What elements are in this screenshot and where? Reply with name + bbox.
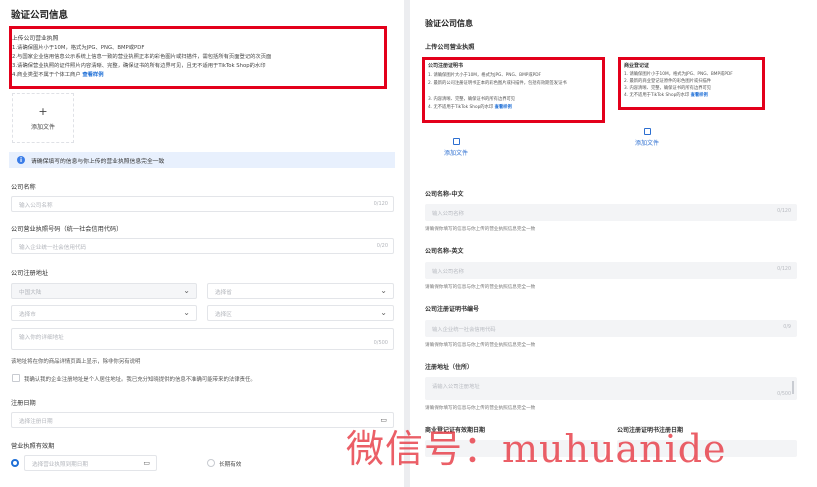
company-name-count: 0/120 bbox=[373, 201, 388, 207]
country-select[interactable]: 中国大陆 ⌄ bbox=[11, 283, 197, 299]
biz-requirement-1: 1. 请确保图片小于10M，格式为JPG、PNG、BMP或PDF bbox=[624, 72, 733, 77]
district-placeholder: 选择区 bbox=[215, 312, 232, 318]
requirement-1: 1.请确保图片小于10M，格式为JPG、PNG、BMP或PDF bbox=[12, 45, 145, 51]
address-detail-count: 0/500 bbox=[373, 340, 388, 346]
city-select[interactable]: 选择市 ⌄ bbox=[11, 305, 197, 321]
reg-date-label: 注册日期 bbox=[11, 400, 36, 407]
cert-no-placeholder: 输入企业统一社会信用代码 bbox=[432, 327, 496, 333]
add-file-label: 添加文件 bbox=[30, 123, 55, 131]
cert-requirement-4: 4. 无不适用于TikTok Shop的水印 查看样例 bbox=[428, 104, 512, 110]
add-file-button[interactable]: + 添加文件 bbox=[12, 93, 74, 143]
name-en-placeholder: 输入公司名称 bbox=[432, 269, 464, 275]
residential-address-label: 我确认我的企业注册地址是个人居住地址。我已充分知晓提供的信息不准确可能带来的法律… bbox=[24, 377, 256, 383]
cert-requirement-4-text: 4. 无不适用于TikTok Shop的水印 bbox=[428, 105, 494, 110]
cert-no-label: 公司注册证明书编号 bbox=[425, 306, 480, 313]
name-cn-count: 0/120 bbox=[777, 209, 791, 214]
reg-address-input[interactable]: 请输入公司注册地址 0/500 bbox=[425, 377, 797, 400]
residential-address-checkbox[interactable] bbox=[12, 374, 20, 382]
credit-code-input[interactable]: 输入企业统一社会信用代码 0/20 bbox=[11, 238, 394, 254]
name-en-count: 0/120 bbox=[777, 267, 791, 272]
requirement-4-text: 4.商业类型不属于个体工商户 bbox=[12, 72, 81, 78]
validity-label: 营业执照有效期 bbox=[11, 443, 55, 450]
name-en-hint: 请确保你填写的信息与你上传的营业执照信息完全一致 bbox=[425, 285, 536, 290]
name-cn-hint: 请确保你填写的信息与你上传的营业执照信息完全一致 bbox=[425, 227, 536, 232]
address-label: 公司注册地址 bbox=[11, 270, 49, 277]
requirement-2: 2.与国家企业信用信息公示系统上信息一致的营业执照正本的彩色图片或扫描件，需包括… bbox=[12, 54, 272, 60]
reg-address-hint: 请确保你填写的信息与你上传的营业执照信息完全一致 bbox=[425, 406, 536, 411]
city-placeholder: 选择市 bbox=[19, 312, 36, 318]
company-name-input[interactable]: 输入公司名称 0/120 bbox=[11, 196, 394, 212]
address-note: 该地址将在你的商品详情页面上显示，除非你另有说明 bbox=[11, 359, 141, 365]
upload-icon bbox=[643, 127, 651, 135]
district-select[interactable]: 选择区 ⌄ bbox=[207, 305, 394, 321]
reg-address-placeholder: 请输入公司注册地址 bbox=[432, 384, 480, 390]
province-select[interactable]: 选择省 ⌄ bbox=[207, 283, 394, 299]
reg-date-input[interactable]: 选择注册日期 ▭ bbox=[11, 412, 394, 428]
certificate-title: 公司注册证明书 bbox=[428, 63, 464, 69]
credit-code-count: 0/20 bbox=[376, 243, 388, 249]
reg-address-count: 0/500 bbox=[777, 392, 791, 397]
long-term-radio[interactable] bbox=[207, 459, 215, 467]
chevron-down-icon: ⌄ bbox=[183, 286, 190, 295]
requirement-4: 4.商业类型不属于个体工商户 查看样例 bbox=[12, 70, 104, 78]
expiry-date-placeholder: 选择营业执照到期日期 bbox=[32, 462, 88, 468]
cert-no-input[interactable]: 输入企业统一社会信用代码 0/9 bbox=[425, 320, 797, 337]
cert-requirement-2: 2. 最新的公司注册证明书正本的彩色图片或扫描件，包括有效期签发证书 bbox=[428, 81, 567, 86]
biz-add-file-label: 添加文件 bbox=[634, 139, 659, 147]
reg-address-label: 注册地址（住所） bbox=[425, 364, 474, 371]
chevron-down-icon: ⌄ bbox=[380, 286, 387, 295]
expiry-date-radio[interactable] bbox=[11, 459, 19, 467]
info-icon: i bbox=[17, 156, 25, 164]
upload-title: 上传公司营业执照 bbox=[12, 36, 59, 42]
upload-section-title: 上传公司营业执照 bbox=[425, 44, 475, 51]
province-placeholder: 选择省 bbox=[215, 290, 232, 296]
cert-add-file-button[interactable]: 添加文件 bbox=[425, 122, 487, 172]
company-name-placeholder: 输入公司名称 bbox=[19, 203, 53, 209]
biz-requirement-4: 4. 无不适用于TikTok Shop的水印 查看样例 bbox=[624, 92, 708, 98]
biz-requirement-2: 2. 最新的商业登记证原件的彩色图片或扫描件 bbox=[624, 79, 712, 84]
left-panel: 验证公司信息 上传公司营业执照 1.请确保图片小于10M，格式为JPG、PNG、… bbox=[0, 0, 404, 487]
name-en-label: 公司名称-英文 bbox=[425, 248, 464, 255]
biz-add-file-button[interactable]: 添加文件 bbox=[616, 112, 678, 162]
expiry-date-input[interactable]: 选择营业执照到期日期 ▭ bbox=[24, 455, 157, 471]
address-detail-placeholder: 输入你的详细地址 bbox=[19, 335, 64, 341]
info-banner: i 请确保填写的信息与你上传的营业执照信息完全一致 bbox=[9, 152, 395, 168]
scrollbar-handle[interactable] bbox=[792, 381, 794, 394]
address-detail-input[interactable]: 输入你的详细地址 0/500 bbox=[11, 328, 394, 350]
biz-view-example-link[interactable]: 查看样例 bbox=[691, 93, 708, 98]
requirement-3: 3.请确保营业执照的证件照片内容清晰、完整，确保证书的所有边界可见，且无不适用于… bbox=[12, 63, 266, 69]
upload-icon bbox=[452, 137, 460, 145]
credit-code-placeholder: 输入企业统一社会信用代码 bbox=[19, 245, 87, 251]
cert-add-file-label: 添加文件 bbox=[443, 149, 468, 157]
long-term-label: 长期有效 bbox=[219, 462, 242, 468]
reg-date-placeholder: 选择注册日期 bbox=[19, 419, 53, 425]
biz-requirement-4-text: 4. 无不适用于TikTok Shop的水印 bbox=[624, 93, 690, 98]
chevron-down-icon: ⌄ bbox=[380, 308, 387, 317]
country-value: 中国大陆 bbox=[19, 290, 42, 296]
cert-no-count: 0/9 bbox=[783, 325, 791, 330]
business-registration-title: 商业登记证 bbox=[624, 63, 650, 69]
watermark-text: 微信号：muhuanide bbox=[346, 427, 727, 471]
cert-requirement-1: 1. 请确保图片大小于10M，格式为JPG、PNG、BMP或PDF bbox=[428, 73, 542, 78]
name-en-input[interactable]: 输入公司名称 0/120 bbox=[425, 262, 797, 279]
right-panel: 验证公司信息 上传公司营业执照 公司注册证明书 1. 请确保图片大小于10M，格… bbox=[410, 0, 817, 487]
calendar-icon: ▭ bbox=[143, 459, 150, 467]
page-title: 验证公司信息 bbox=[425, 19, 473, 28]
page-title: 验证公司信息 bbox=[11, 10, 69, 21]
info-text: 请确保填写的信息与你上传的营业执照信息完全一致 bbox=[31, 158, 165, 165]
cert-no-hint: 请确保你填写的信息与你上传的营业执照信息完全一致 bbox=[425, 343, 536, 348]
name-cn-label: 公司名称-中文 bbox=[425, 191, 464, 198]
cert-requirement-3: 3. 内容清晰、完整，确保证书的所有边界可见 bbox=[428, 97, 516, 102]
plus-icon: + bbox=[38, 104, 48, 118]
biz-requirement-3: 3. 内容清晰、完整，确保证书的所有边界可见 bbox=[624, 86, 712, 91]
company-name-label: 公司名称 bbox=[11, 184, 36, 191]
name-cn-placeholder: 输入公司名称 bbox=[432, 211, 464, 217]
view-example-link[interactable]: 查看样例 bbox=[82, 72, 103, 78]
credit-code-label: 公司营业执照号码（统一社会信用代码） bbox=[11, 226, 123, 233]
name-cn-input[interactable]: 输入公司名称 0/120 bbox=[425, 204, 797, 221]
cert-view-example-link[interactable]: 查看样例 bbox=[495, 105, 512, 110]
chevron-down-icon: ⌄ bbox=[183, 308, 190, 317]
